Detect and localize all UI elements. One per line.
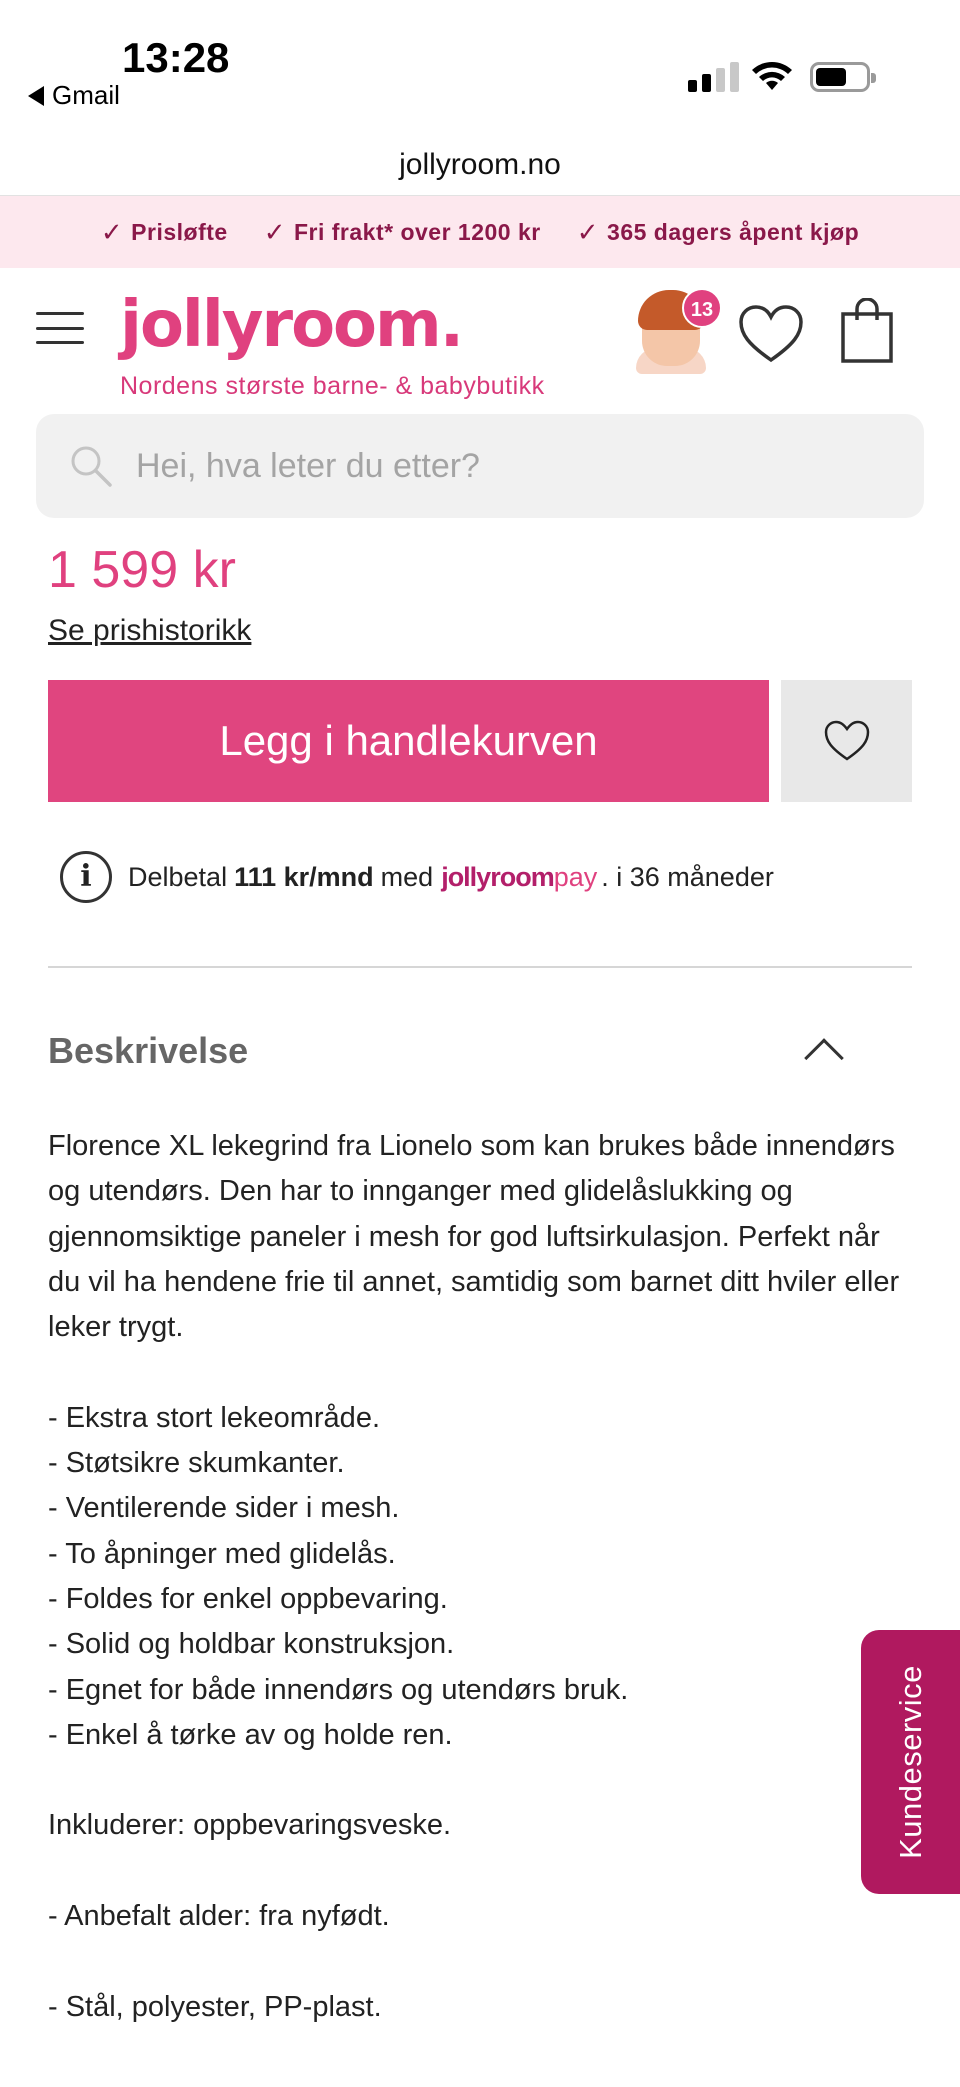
feature-item: - To åpninger med glidelås.: [48, 1537, 396, 1570]
menu-icon[interactable]: [36, 312, 84, 344]
back-to-app-link[interactable]: Gmail: [28, 80, 120, 111]
description-title: Beskrivelse: [48, 1030, 249, 1071]
search-input[interactable]: [136, 446, 836, 486]
feature-item: - Egnet for både innendørs og utendørs b…: [48, 1673, 629, 1706]
usp-item: ✓ Prisløfte: [100, 216, 228, 247]
site-header: jollyroom. Nordens største barne- & baby…: [0, 268, 960, 408]
clock: 13:28: [122, 34, 230, 81]
shopping-bag-icon[interactable]: [840, 298, 894, 364]
wifi-icon: [752, 62, 792, 90]
jollyroompay-logo: jollyroompay: [441, 861, 598, 892]
site-tagline: Nordens største barne- & babybutikk: [120, 372, 545, 400]
notification-badge: 13: [682, 288, 722, 328]
customer-service-label: Kundeservice: [892, 1665, 928, 1859]
add-to-cart-button[interactable]: Legg i handlekurven: [48, 680, 769, 802]
description-accordion-header[interactable]: Beskrivelse: [48, 1026, 912, 1078]
material-text: - Stål, polyester, PP-plast.: [48, 1990, 382, 2023]
address-bar[interactable]: jollyroom.no: [0, 140, 960, 196]
check-icon: ✓: [576, 216, 600, 247]
feature-item: - Støtsikre skumkanter.: [48, 1447, 345, 1480]
add-to-wishlist-button[interactable]: [781, 680, 912, 802]
chevron-up-icon: [804, 1038, 844, 1078]
includes-text: Inkluderer: oppbevaringsveske.: [48, 1809, 452, 1842]
age-text: - Anbefalt alder: fra nyfødt.: [48, 1900, 390, 1933]
search-icon: [71, 446, 112, 487]
back-arrow-icon: [28, 85, 44, 106]
installment-amount: 111 kr/mnd: [234, 861, 374, 892]
status-bar: 13:28 Gmail: [0, 0, 960, 150]
price-history-link[interactable]: Se prishistorikk: [48, 614, 251, 648]
wishlist-heart-icon[interactable]: [738, 304, 804, 364]
installment-info[interactable]: i Delbetal 111 kr/mnd med jollyroompay .…: [60, 848, 774, 906]
description-body: Florence XL lekegrind fra Lionelo som ka…: [48, 1124, 912, 2030]
usp-item: ✓ 365 dagers åpent kjøp: [576, 216, 860, 247]
feature-item: - Enkel å tørke av og holde ren.: [48, 1718, 453, 1751]
battery-icon: [810, 62, 876, 92]
product-price: 1 599 kr: [48, 541, 236, 599]
check-icon: ✓: [263, 216, 286, 247]
feature-item: - Foldes for enkel oppbevaring.: [48, 1582, 448, 1615]
usp-banner: ✓ Prisløfte ✓ Fri frakt* over 1200 kr ✓ …: [0, 196, 960, 268]
search-bar[interactable]: [36, 414, 924, 518]
section-divider: [48, 966, 912, 968]
customer-service-tab[interactable]: Kundeservice: [861, 1630, 960, 1894]
feature-item: - Ekstra stort lekeområde.: [48, 1401, 380, 1434]
cellular-signal-icon: [688, 62, 739, 92]
feature-item: - Ventilerende sider i mesh.: [48, 1492, 400, 1525]
description-intro: Florence XL lekegrind fra Lionelo som ka…: [48, 1130, 900, 1344]
usp-item: ✓ Fri frakt* over 1200 kr: [263, 216, 541, 247]
info-icon: i: [60, 851, 112, 903]
check-icon: ✓: [100, 216, 124, 247]
heart-icon: [824, 720, 869, 761]
site-logo[interactable]: jollyroom.: [120, 288, 464, 362]
back-app-label: Gmail: [52, 80, 120, 110]
feature-item: - Solid og holdbar konstruksjon.: [48, 1628, 455, 1661]
